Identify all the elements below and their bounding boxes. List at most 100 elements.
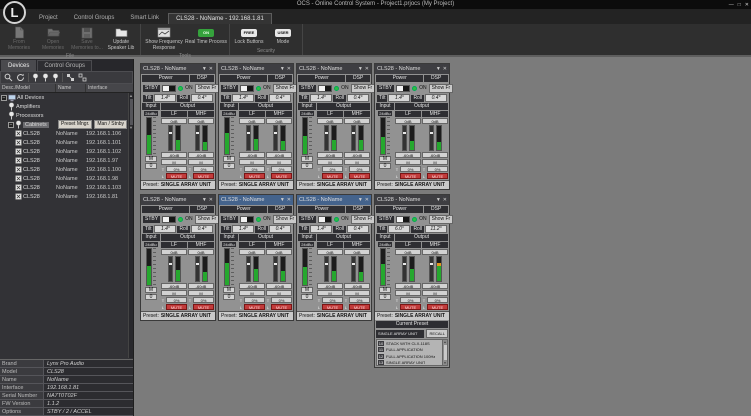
close-icon[interactable]: ✕ xyxy=(287,197,291,203)
output-gain-value[interactable]: -60dB xyxy=(161,283,187,289)
output-level-value[interactable]: 0dB xyxy=(395,249,421,255)
standby-toggle[interactable] xyxy=(318,84,333,92)
output-level-value[interactable]: 0dB xyxy=(161,249,187,255)
output-level-value[interactable]: 0dB xyxy=(344,249,370,255)
sidebar-tool-search-icon[interactable] xyxy=(4,73,13,82)
input-sensitivity-value[interactable]: 24dBu xyxy=(222,111,236,116)
preset-list-item[interactable]: 13 SINGLE ARRAY UNIT xyxy=(377,360,442,365)
sidebar-tool-group-icon[interactable] xyxy=(66,73,75,82)
output-mute-button[interactable]: M xyxy=(266,290,292,296)
output-gain-value[interactable]: -60dB xyxy=(317,283,343,289)
panel-titlebar[interactable]: CLS28 - NoName ▼ ✕ xyxy=(375,195,449,205)
tree-expander[interactable]: − xyxy=(1,94,7,101)
tree-row[interactable]: CLS28 NoName 192.168.1.102 xyxy=(0,147,128,156)
mute-button[interactable]: MUTE xyxy=(244,304,265,310)
input-gain-value[interactable]: 0 xyxy=(301,294,313,300)
standby-toggle[interactable] xyxy=(162,84,177,92)
input-sensitivity-value[interactable]: 24dBu xyxy=(144,111,158,116)
tree-row[interactable]: CLS28 NoName 192.168.1.106 xyxy=(0,129,128,138)
mute-button[interactable]: MUTE xyxy=(427,173,448,179)
tilt-value[interactable]: 1.4° xyxy=(154,225,177,233)
output-gain-fader[interactable] xyxy=(350,256,356,282)
show-fr-button[interactable]: Show Fr xyxy=(428,83,454,93)
input-mute-button[interactable]: M xyxy=(379,287,391,293)
roll-value[interactable]: 0.4° xyxy=(269,94,292,102)
input-gain-value[interactable]: 0 xyxy=(301,163,313,169)
output-level-value[interactable]: 0dB xyxy=(317,118,343,124)
scroll-up-icon[interactable]: ▲ xyxy=(129,93,133,98)
output-gain-value[interactable]: -60dB xyxy=(239,152,265,158)
output-level-value[interactable]: 0dB xyxy=(344,118,370,124)
output-mute-button[interactable]: M xyxy=(344,159,370,165)
preset-list-scrollbar[interactable]: ▲ ▼ xyxy=(442,340,447,365)
output-gain-value[interactable]: -60dB xyxy=(266,152,292,158)
output-mute-button[interactable]: M xyxy=(239,159,265,165)
sidebar-tool-pin-icon[interactable] xyxy=(42,73,49,82)
output-gain-value[interactable]: -60dB xyxy=(239,283,265,289)
output-mute-button[interactable]: M xyxy=(188,159,214,165)
mute-button[interactable]: MUTE xyxy=(349,173,370,179)
mute-button[interactable]: MUTE xyxy=(193,173,214,179)
output-level-value[interactable]: 0dB xyxy=(266,249,292,255)
output-gain-value[interactable]: -60dB xyxy=(266,283,292,289)
input-sensitivity-value[interactable]: 24dBu xyxy=(378,242,392,247)
output-gain-value[interactable]: -60dB xyxy=(422,152,448,158)
input-gain-value[interactable]: 0 xyxy=(145,163,157,169)
tree-col-interface[interactable]: Interface xyxy=(86,84,133,92)
standby-toggle[interactable] xyxy=(396,215,411,223)
output-gain-fader[interactable] xyxy=(167,256,173,282)
input-sensitivity-value[interactable]: 24dBu xyxy=(300,111,314,116)
output-mute-button[interactable]: M xyxy=(161,159,187,165)
panel-titlebar[interactable]: CLS28 - NoName ▼ ✕ xyxy=(219,195,293,205)
tree-row[interactable]: CLS28 NoName 192.168.1.98 xyxy=(0,174,128,183)
tree-row[interactable]: CLS28 NoName 192.168.1.101 xyxy=(0,138,128,147)
show-fr-button[interactable]: Show Fr xyxy=(350,214,376,224)
roll-value[interactable]: 0.4° xyxy=(347,225,370,233)
input-mute-button[interactable]: M xyxy=(301,156,313,162)
output-level-value[interactable]: 0dB xyxy=(239,249,265,255)
output-level-value[interactable]: 0dB xyxy=(188,249,214,255)
roll-value[interactable]: 0.4° xyxy=(347,94,370,102)
tilt-value[interactable]: 1.4° xyxy=(232,225,255,233)
input-mute-button[interactable]: M xyxy=(223,156,235,162)
pin-icon[interactable]: ▼ xyxy=(202,197,207,203)
input-gain-value[interactable]: 0 xyxy=(223,163,235,169)
roll-value[interactable]: 0.4° xyxy=(425,94,448,102)
scroll-down-icon[interactable]: ▼ xyxy=(129,125,133,130)
input-mute-button[interactable]: M xyxy=(379,156,391,162)
mute-button[interactable]: MUTE xyxy=(427,304,448,310)
show-fr-button[interactable]: Show Fr xyxy=(350,83,376,93)
output-mute-button[interactable]: M xyxy=(161,290,187,296)
roll-value[interactable]: 0.4° xyxy=(269,225,292,233)
tree-row-button[interactable]: Man / Stnby xyxy=(94,120,128,129)
tree-row[interactable]: CLS28 NoName 192.168.1.100 xyxy=(0,165,128,174)
sidebar-tool-pin-icon[interactable] xyxy=(52,73,59,82)
roll-value[interactable]: 0.4° xyxy=(191,225,214,233)
standby-toggle[interactable] xyxy=(396,84,411,92)
output-gain-fader[interactable] xyxy=(428,125,434,151)
panel-titlebar[interactable]: CLS28 - NoName ▼ ✕ xyxy=(141,64,215,74)
output-gain-fader[interactable] xyxy=(272,256,278,282)
tree-row[interactable]: Amplifiers xyxy=(0,102,128,111)
tree-row[interactable]: Processors xyxy=(0,111,128,120)
toolbar-button[interactable]: USER Mode xyxy=(266,24,300,46)
output-gain-fader[interactable] xyxy=(272,125,278,151)
tilt-value[interactable]: 1.4° xyxy=(388,94,411,102)
output-mute-button[interactable]: M xyxy=(317,159,343,165)
mute-button[interactable]: MUTE xyxy=(193,304,214,310)
standby-toggle[interactable] xyxy=(240,215,255,223)
roll-value[interactable]: 11.2° xyxy=(425,225,448,233)
output-mute-button[interactable]: M xyxy=(317,290,343,296)
input-mute-button[interactable]: M xyxy=(301,287,313,293)
minimize-button[interactable]: — xyxy=(729,2,734,8)
close-icon[interactable]: ✕ xyxy=(287,66,291,72)
ribbon-tab-1[interactable]: Control Groups xyxy=(67,13,122,24)
maximize-button[interactable]: □ xyxy=(738,2,741,8)
close-icon[interactable]: ✕ xyxy=(365,66,369,72)
input-sensitivity-value[interactable]: 24dBu xyxy=(300,242,314,247)
output-gain-fader[interactable] xyxy=(194,256,200,282)
output-gain-value[interactable]: -60dB xyxy=(422,283,448,289)
tree-col-model[interactable]: Desc./Model xyxy=(0,84,56,92)
output-level-value[interactable]: 0dB xyxy=(317,249,343,255)
tree-row[interactable]: − Cabinets Preset Mngr. Man / Stnby xyxy=(0,120,128,129)
